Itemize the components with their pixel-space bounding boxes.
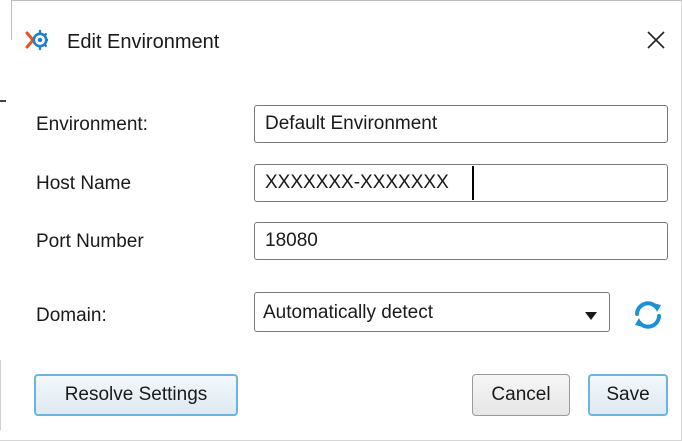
host-name-label: Host Name bbox=[36, 173, 132, 194]
resolve-settings-button[interactable]: Resolve Settings bbox=[34, 374, 238, 416]
window-title: Edit Environment bbox=[67, 31, 220, 53]
refresh-domain-button[interactable] bbox=[632, 300, 664, 330]
close-button[interactable] bbox=[636, 22, 676, 62]
domain-selected-value: Automatically detect bbox=[263, 302, 434, 323]
environment-input[interactable] bbox=[254, 105, 668, 143]
save-button[interactable]: Save bbox=[588, 374, 668, 416]
background-window-edge bbox=[0, 100, 6, 102]
cancel-button[interactable]: Cancel bbox=[472, 374, 570, 416]
environment-gear-icon bbox=[24, 28, 49, 52]
environment-label: Environment: bbox=[36, 114, 148, 135]
port-number-label: Port Number bbox=[36, 231, 144, 252]
edit-environment-dialog: Edit Environment Environment: Host Name … bbox=[0, 0, 682, 441]
refresh-icon bbox=[632, 301, 664, 334]
dropdown-arrow-icon bbox=[585, 308, 597, 320]
domain-label: Domain: bbox=[36, 305, 107, 326]
text-cursor bbox=[472, 166, 474, 200]
close-icon bbox=[645, 29, 667, 56]
port-number-input[interactable] bbox=[254, 222, 668, 260]
domain-dropdown[interactable]: Automatically detect bbox=[254, 292, 610, 332]
host-name-input[interactable] bbox=[254, 164, 668, 202]
background-window-edge bbox=[0, 360, 1, 430]
title-bar: Edit Environment bbox=[0, 0, 682, 86]
